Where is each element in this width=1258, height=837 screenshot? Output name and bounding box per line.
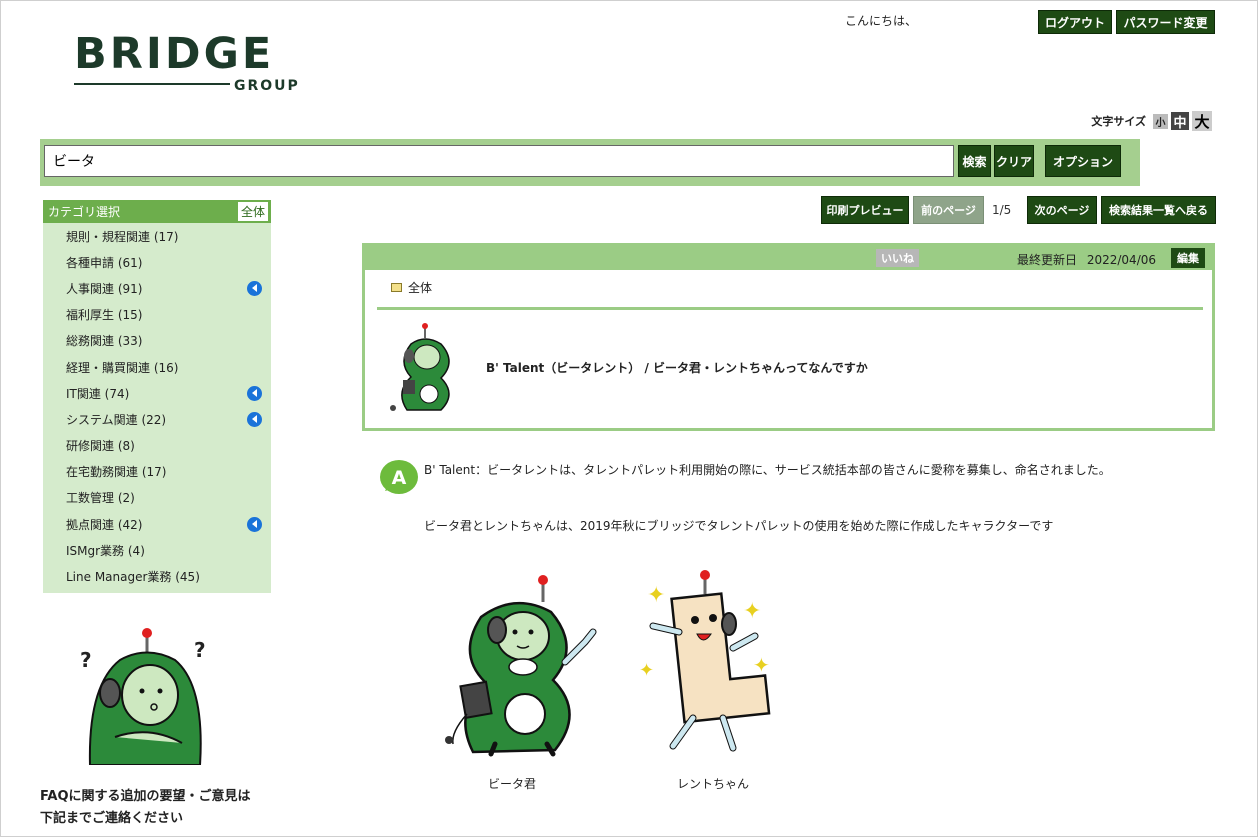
sidebar-all-button[interactable]: 全体 bbox=[236, 201, 269, 222]
category-name: 全体 bbox=[408, 281, 433, 295]
svg-text:?: ? bbox=[80, 648, 92, 672]
clear-button[interactable]: クリア bbox=[994, 145, 1034, 177]
font-size-small-button[interactable]: 小 bbox=[1153, 113, 1168, 129]
sidebar-item[interactable]: ISMgr業務 (4) bbox=[43, 537, 271, 563]
sidebar-item[interactable]: 経理・購買関連 (16) bbox=[43, 354, 271, 380]
sidebar-item-label: IT関連 (74) bbox=[66, 386, 130, 401]
last-updated-date: 2022/04/06 bbox=[1086, 253, 1157, 267]
font-size-label: 文字サイズ bbox=[1091, 115, 1146, 128]
article-header: いいね 最終更新日 2022/04/06 編集 bbox=[365, 246, 1212, 270]
last-updated: 最終更新日 2022/04/06 bbox=[1017, 251, 1156, 268]
prev-page-button[interactable]: 前のページ bbox=[913, 196, 984, 224]
logo-text: BRIDGE bbox=[74, 30, 274, 79]
back-to-results-button[interactable]: 検索結果一覧へ戻る bbox=[1101, 196, 1216, 224]
next-page-button[interactable]: 次のページ bbox=[1027, 196, 1097, 224]
answer-text-line2: ビータ君とレントちゃんは、2019年秋にブリッジでタレントパレットの使用を始めた… bbox=[424, 519, 1054, 533]
font-size-large-button[interactable]: 大 bbox=[1192, 111, 1212, 131]
expand-arrow-icon[interactable] bbox=[247, 411, 262, 427]
print-preview-button[interactable]: 印刷プレビュー bbox=[821, 196, 909, 224]
search-button[interactable]: 検索 bbox=[958, 145, 991, 177]
sidebar-item[interactable]: 福利厚生 (15) bbox=[43, 302, 271, 328]
answer-icon: A bbox=[380, 460, 418, 494]
svg-text:?: ? bbox=[194, 638, 206, 662]
sidebar-item-label: Line Manager業務 (45) bbox=[66, 570, 200, 585]
edit-button[interactable]: 編集 bbox=[1171, 248, 1205, 268]
page-indicator: 1/5 bbox=[992, 203, 1012, 217]
faq-article-panel: いいね 最終更新日 2022/04/06 編集 全体 B' Talent（ビータ… bbox=[362, 243, 1215, 431]
sidebar-item[interactable]: 工数管理 (2) bbox=[43, 485, 271, 511]
rent-chan-image: ✦ ✦ ✦ ✦ bbox=[639, 570, 771, 752]
greeting-text: こんにちは、 bbox=[845, 14, 918, 28]
sidebar-item-label: 総務関連 (33) bbox=[66, 334, 143, 349]
svg-text:✦: ✦ bbox=[743, 599, 761, 624]
search-bar: 検索 クリア オプション bbox=[40, 139, 1140, 186]
like-button[interactable]: いいね bbox=[876, 249, 919, 267]
folder-icon bbox=[391, 283, 402, 292]
sidebar-item[interactable]: システム関連 (22) bbox=[43, 406, 271, 432]
sidebar-item-label: システム関連 (22) bbox=[66, 412, 167, 427]
last-updated-label: 最終更新日 bbox=[1017, 253, 1078, 267]
question-title: B' Talent（ビータレント） / ビータ君・レントちゃんってなんですか bbox=[486, 361, 868, 375]
logo-subtext: GROUP bbox=[234, 78, 300, 94]
svg-text:✦: ✦ bbox=[647, 583, 665, 608]
sidebar-item[interactable]: Line Manager業務 (45) bbox=[43, 563, 271, 589]
font-size-switcher: 文字サイズ 小 中 大 bbox=[1091, 111, 1212, 131]
sidebar-item[interactable]: 各種申請 (61) bbox=[43, 249, 271, 275]
bridge-logo[interactable]: BRIDGE GROUP bbox=[72, 30, 312, 94]
sidebar-item[interactable]: 拠点関連 (42) bbox=[43, 511, 271, 537]
sidebar-item-label: 研修関連 (8) bbox=[66, 439, 135, 454]
beta-kun-image bbox=[445, 575, 597, 757]
logout-button[interactable]: ログアウト bbox=[1038, 10, 1112, 34]
expand-arrow-icon[interactable] bbox=[247, 516, 262, 532]
sidebar-item[interactable]: 規則・規程関連 (17) bbox=[43, 223, 271, 249]
option-button[interactable]: オプション bbox=[1045, 145, 1121, 177]
question-mascot-icon bbox=[390, 323, 450, 411]
svg-text:✦: ✦ bbox=[753, 653, 770, 677]
answer-text-line1: B' Talent：ビータレントは、タレントパレット利用開始の際に、サービス統括… bbox=[424, 463, 1111, 477]
sidebar-item-label: ISMgr業務 (4) bbox=[66, 543, 145, 558]
article-divider bbox=[377, 307, 1203, 310]
sidebar-item[interactable]: IT関連 (74) bbox=[43, 380, 271, 406]
sidebar-item-label: 各種申請 (61) bbox=[66, 255, 143, 270]
password-change-button[interactable]: パスワード変更 bbox=[1116, 10, 1215, 34]
sidebar-item-label: 工数管理 (2) bbox=[66, 491, 135, 506]
sidebar-item[interactable]: 研修関連 (8) bbox=[43, 433, 271, 459]
sidebar-item-label: 規則・規程関連 (17) bbox=[66, 229, 179, 244]
feedback-note-line2: 下記までご連絡ください bbox=[40, 811, 184, 826]
sidebar-item-label: 福利厚生 (15) bbox=[66, 308, 143, 323]
feedback-note-line1: FAQに関する追加の要望・ご意見は bbox=[40, 789, 251, 804]
sidebar-item[interactable]: 総務関連 (33) bbox=[43, 328, 271, 354]
expand-arrow-icon[interactable] bbox=[247, 385, 262, 401]
search-input[interactable] bbox=[44, 145, 954, 177]
rent-chan-caption: レントちゃん bbox=[677, 777, 750, 791]
category-breadcrumb[interactable]: 全体 bbox=[391, 279, 432, 296]
sidebar-list: 規則・規程関連 (17) 各種申請 (61) 人事関連 (91) 福利厚生 (15) 総… bbox=[43, 223, 271, 590]
category-sidebar: カテゴリ選択 全体 規則・規程関連 (17) 各種申請 (61) 人事関連 (91)… bbox=[43, 200, 271, 593]
sidebar-item-label: 在宅勤務関連 (17) bbox=[66, 465, 167, 480]
sidebar-header: カテゴリ選択 全体 bbox=[43, 200, 271, 223]
expand-arrow-icon[interactable] bbox=[247, 280, 262, 296]
sidebar-item[interactable]: 在宅勤務関連 (17) bbox=[43, 459, 271, 485]
sidebar-title: カテゴリ選択 bbox=[48, 205, 121, 219]
beta-kun-caption: ビータ君 bbox=[488, 777, 537, 791]
sidebar-item[interactable]: 人事関連 (91) bbox=[43, 275, 271, 301]
feedback-note: FAQに関する追加の要望・ご意見は 下記までご連絡ください bbox=[40, 786, 251, 830]
svg-text:✦: ✦ bbox=[639, 660, 654, 681]
answer-badge-text: A bbox=[392, 467, 407, 489]
sidebar-item-label: 人事関連 (91) bbox=[66, 281, 143, 296]
sidebar-item-label: 拠点関連 (42) bbox=[66, 517, 143, 532]
mascot-thinking-image: ? ? bbox=[80, 628, 206, 765]
sidebar-item-label: 経理・購買関連 (16) bbox=[66, 360, 179, 375]
font-size-medium-button[interactable]: 中 bbox=[1171, 112, 1189, 131]
